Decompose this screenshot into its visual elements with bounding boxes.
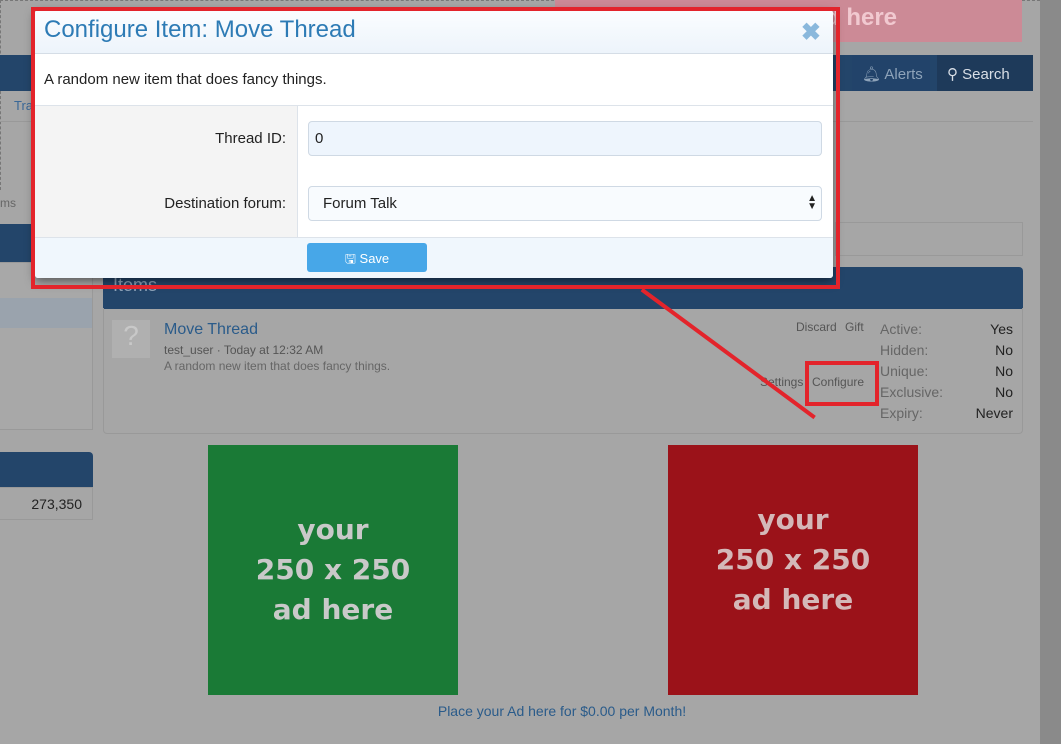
search-icon: ⚲ [947, 66, 963, 83]
stat-label: Expiry: [880, 405, 923, 421]
stat-label: Active: [880, 321, 923, 337]
stat-value: No [995, 363, 1013, 379]
highlight-box-configure [805, 361, 879, 406]
sidebar-stats-header [0, 452, 93, 487]
alerts-button[interactable]: 🔔︎ Alerts [852, 55, 930, 91]
search-button[interactable]: ⚲ Search [937, 55, 1033, 91]
red-ad[interactable]: your 250 x 250 ad here [668, 445, 918, 695]
scroll-gutter [1040, 0, 1061, 744]
dashed-border [0, 0, 1, 190]
sidebar-selected-item[interactable] [0, 298, 92, 328]
item-title-link[interactable]: Move Thread [164, 321, 258, 339]
item-user-link[interactable]: test_user [164, 343, 213, 357]
gift-link[interactable]: Gift [845, 320, 864, 334]
green-ad[interactable]: your 250 x 250 ad here [208, 445, 458, 695]
ad-text: 250 x 250 [715, 543, 871, 576]
highlight-box-dialog [31, 7, 840, 289]
ad-placement-link[interactable]: Place your Ad here for $0.00 per Month! [0, 703, 1061, 719]
search-label: Search [962, 66, 1010, 83]
ad-text: your [757, 503, 829, 536]
stat-active: Active: Yes [880, 321, 1013, 337]
item-description: A random new item that does fancy things… [164, 359, 391, 373]
item-meta: test_user · Today at 12:32 AM [164, 343, 324, 357]
ad-text: ad here [272, 593, 394, 626]
stat-value: Never [975, 405, 1013, 421]
item-thumbnail-icon: ? [112, 320, 150, 358]
discard-link[interactable]: Discard [796, 320, 837, 334]
stat-hidden: Hidden: No [880, 342, 1013, 358]
alerts-label: Alerts [884, 66, 923, 83]
ad-text: 250 x 250 [255, 553, 411, 586]
ad-text: your [297, 513, 369, 546]
ad-text: ad here [732, 583, 854, 616]
bell-icon: 🔔︎ [862, 66, 885, 83]
item-date: Today at 12:32 AM [223, 343, 324, 357]
filter-bar [835, 222, 1023, 256]
stat-label: Unique: [880, 363, 929, 379]
stat-label: Exclusive: [880, 384, 944, 400]
stat-label: Hidden: [880, 342, 929, 358]
stat-value: No [995, 342, 1013, 358]
stat-unique: Unique: No [880, 363, 1013, 379]
sidebar-stat-value: 273,350 [0, 487, 93, 520]
sidebar-text: ms [0, 196, 16, 210]
stat-exclusive: Exclusive: No [880, 384, 1013, 400]
stat-value: Yes [990, 321, 1013, 337]
stat-expiry: Expiry: Never [880, 405, 1013, 421]
stat-value: No [995, 384, 1013, 400]
